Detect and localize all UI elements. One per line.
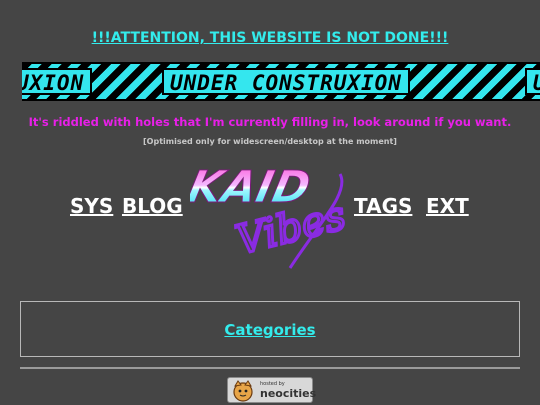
- neocities-label: neocities: [260, 387, 317, 400]
- attention-link[interactable]: !!!ATTENTION, THIS WEBSITE IS NOT DONE!!…: [0, 30, 540, 46]
- nav-tags-link[interactable]: TAGS: [354, 194, 412, 218]
- site-logo[interactable]: KAID Vibes: [190, 152, 360, 272]
- under-construction-banner: UXION UNDER CONSTRUXION U: [22, 62, 540, 101]
- hosted-by-neocities-badge[interactable]: hosted by neocities: [227, 377, 317, 403]
- banner-segment-main: UNDER CONSTRUXION: [162, 68, 410, 95]
- categories-box: Categories: [20, 301, 520, 357]
- neocities-cat-icon: [233, 380, 253, 402]
- nav-ext-link[interactable]: EXT: [426, 194, 469, 218]
- nav-sys-link[interactable]: SYS: [70, 194, 113, 218]
- banner-segment-left: UXION: [22, 68, 93, 95]
- optimised-notice: [Optimised only for widescreen/desktop a…: [143, 137, 397, 146]
- page: !!!ATTENTION, THIS WEBSITE IS NOT DONE!!…: [0, 0, 540, 405]
- banner-segment-right: U: [525, 68, 540, 95]
- nav-blog-link[interactable]: BLOG: [122, 194, 183, 218]
- categories-link[interactable]: Categories: [21, 321, 519, 339]
- riddled-notice: It's riddled with holes that I'm current…: [28, 115, 512, 129]
- footer-divider: [20, 367, 520, 369]
